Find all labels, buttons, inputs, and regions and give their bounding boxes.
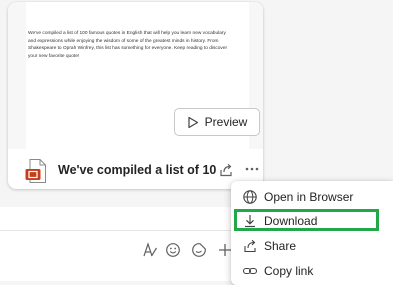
globe-icon [243, 190, 257, 204]
download-highlight-box [234, 209, 379, 231]
more-options-icon[interactable] [244, 161, 260, 177]
format-icon[interactable] [142, 241, 158, 259]
menu-item-share[interactable]: Share [231, 234, 393, 258]
preview-button[interactable]: Preview [174, 108, 260, 136]
menu-item-copy-link[interactable]: Copy link [231, 259, 393, 283]
powerpoint-file-icon [25, 159, 46, 183]
sticker-icon[interactable] [191, 241, 207, 259]
share-icon[interactable] [218, 162, 234, 178]
file-attachment-card[interactable]: We've compiled a list of 100 famous quot… [8, 2, 263, 189]
file-preview: We've compiled a list of 100 famous quot… [8, 2, 263, 149]
preview-label: Preview [204, 115, 248, 129]
context-menu: Open in Browser Download Share Copy link [231, 181, 393, 285]
menu-item-open-in-browser[interactable]: Open in Browser [231, 185, 393, 209]
menu-item-label: Open in Browser [264, 190, 354, 204]
file-footer: We've compiled a list of 100 ... [8, 152, 263, 188]
play-icon [188, 116, 198, 128]
link-icon [242, 267, 258, 275]
file-name[interactable]: We've compiled a list of 100 ... [58, 163, 216, 177]
share-icon [244, 239, 256, 253]
menu-item-label: Share [264, 239, 297, 253]
menu-item-label: Copy link [264, 264, 314, 278]
add-icon[interactable] [218, 241, 232, 259]
emoji-icon[interactable] [165, 241, 181, 259]
document-text-snippet: We've compiled a list of 100 famous quot… [28, 31, 228, 59]
